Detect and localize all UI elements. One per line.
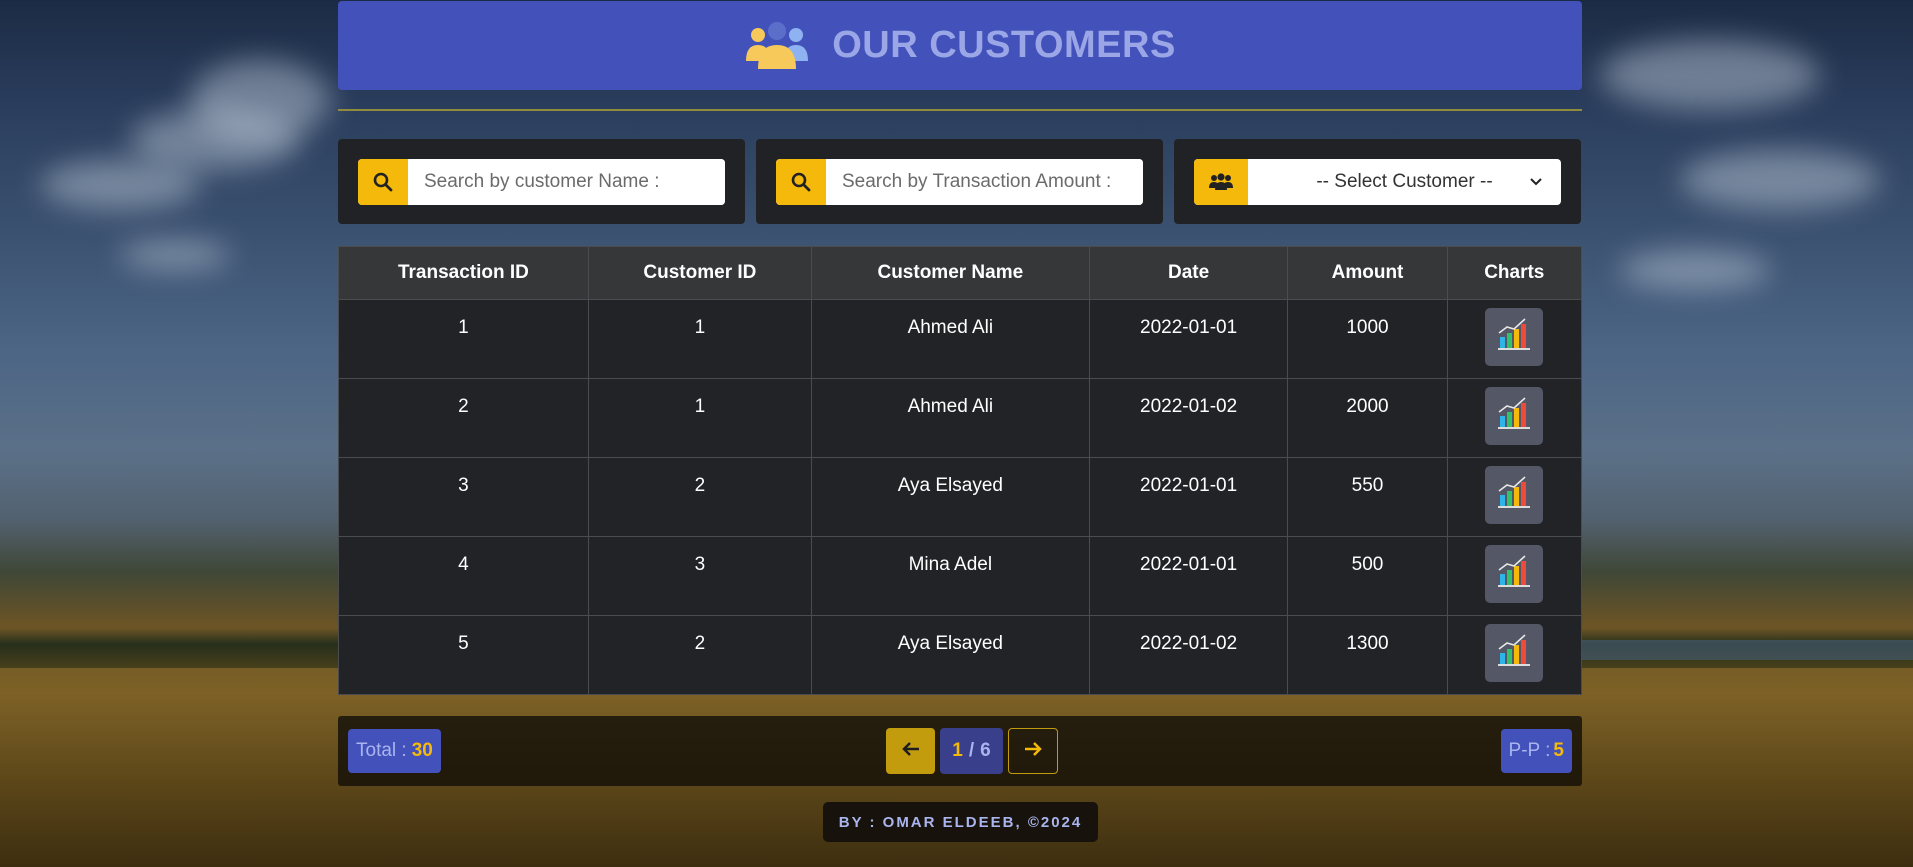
chart-icon [1495, 473, 1533, 517]
chart-cell [1446, 615, 1583, 695]
cloud [40, 160, 200, 210]
table-row: 1 1 Ahmed Ali 2022-01-01 1000 [338, 299, 1583, 379]
customer-select-box: -- Select Customer -- [1174, 139, 1581, 224]
column-header-customer-id[interactable]: Customer ID [587, 246, 812, 300]
customer-select[interactable]: -- Select Customer -- [1248, 159, 1561, 205]
customer-id-cell: 2 [587, 457, 812, 537]
cloud [1620, 250, 1770, 290]
transaction-amount-search-input[interactable] [826, 159, 1143, 205]
date-cell: 2022-01-02 [1088, 378, 1289, 458]
transaction-id-cell: 2 [338, 378, 589, 458]
chart-icon [1495, 315, 1533, 359]
customer-name-cell: Ahmed Ali [810, 378, 1090, 458]
cloud [1680, 150, 1880, 210]
date-cell: 2022-01-01 [1088, 299, 1289, 379]
customer-id-cell: 3 [587, 536, 812, 616]
cloud [120, 240, 230, 270]
table-row: 2 1 Ahmed Ali 2022-01-02 2000 [338, 378, 1583, 458]
page-header: OUR CUSTOMERS [338, 1, 1582, 90]
customer-name-cell: Aya Elsayed [810, 457, 1090, 537]
divider [338, 109, 1582, 111]
chart-icon [1495, 552, 1533, 596]
column-header-customer-name[interactable]: Customer Name [810, 246, 1090, 300]
credit-footer: BY : OMAR ELDEEB, ©2024 [823, 802, 1098, 842]
column-header-date[interactable]: Date [1088, 246, 1289, 300]
table-row: 5 2 Aya Elsayed 2022-01-02 1300 [338, 615, 1583, 695]
column-header-transaction-id[interactable]: Transaction ID [338, 246, 589, 300]
amount-filter-box [756, 139, 1163, 224]
transaction-id-cell: 1 [338, 299, 589, 379]
total-label: Total : [356, 740, 407, 761]
page-separator: / [968, 740, 975, 761]
current-page: 1 [952, 740, 963, 761]
per-page-value: 5 [1553, 740, 1564, 761]
chart-button[interactable] [1485, 624, 1544, 682]
chart-cell [1446, 378, 1583, 458]
per-page-badge: P-P : 5 [1500, 729, 1572, 773]
customer-id-cell: 1 [587, 378, 812, 458]
transaction-id-cell: 4 [338, 536, 589, 616]
chart-button[interactable] [1485, 308, 1544, 366]
cloud [1600, 40, 1820, 110]
search-icon [776, 159, 826, 205]
customer-name-cell: Ahmed Ali [810, 299, 1090, 379]
chart-cell [1446, 457, 1583, 537]
customer-select-value: -- Select Customer -- [1316, 171, 1493, 192]
customer-name-search-input[interactable] [408, 159, 725, 205]
column-header-amount[interactable]: Amount [1287, 246, 1448, 300]
total-value: 30 [411, 740, 433, 761]
table-header-row: Transaction ID Customer ID Customer Name… [338, 246, 1583, 300]
chart-cell [1446, 536, 1583, 616]
total-pages: 6 [980, 740, 991, 761]
chevron-down-icon [1529, 173, 1543, 195]
chart-button[interactable] [1485, 387, 1544, 445]
page-title: OUR CUSTOMERS [832, 24, 1176, 66]
next-page-button[interactable] [1008, 728, 1058, 774]
arrow-left-icon [901, 741, 921, 762]
chart-cell [1446, 299, 1583, 379]
amount-cell: 1000 [1287, 299, 1448, 379]
date-cell: 2022-01-01 [1088, 536, 1289, 616]
column-header-charts: Charts [1446, 246, 1583, 300]
amount-cell: 2000 [1287, 378, 1448, 458]
transactions-table: Transaction ID Customer ID Customer Name… [338, 246, 1583, 695]
chart-button[interactable] [1485, 545, 1544, 603]
customer-name-cell: Aya Elsayed [810, 615, 1090, 695]
chart-icon [1495, 631, 1533, 675]
per-page-label: P-P : [1508, 740, 1551, 761]
search-icon [358, 159, 408, 205]
customer-id-cell: 1 [587, 299, 812, 379]
transaction-id-cell: 3 [338, 457, 589, 537]
chart-button[interactable] [1485, 466, 1544, 524]
total-badge: Total : 30 [348, 729, 441, 773]
previous-page-button[interactable] [886, 728, 935, 774]
pagination-bar: Total : 30 1 / 6 P-P : 5 [338, 716, 1582, 786]
amount-cell: 550 [1287, 457, 1448, 537]
arrow-right-icon [1023, 741, 1043, 762]
table-row: 3 2 Aya Elsayed 2022-01-01 550 [338, 457, 1583, 537]
amount-cell: 500 [1287, 536, 1448, 616]
customer-name-cell: Mina Adel [810, 536, 1090, 616]
cloud [190, 60, 330, 140]
users-icon [744, 21, 810, 71]
users-icon [1194, 159, 1248, 205]
amount-cell: 1300 [1287, 615, 1448, 695]
date-cell: 2022-01-02 [1088, 615, 1289, 695]
chart-icon [1495, 394, 1533, 438]
page-indicator: 1 / 6 [940, 728, 1003, 774]
date-cell: 2022-01-01 [1088, 457, 1289, 537]
table-row: 4 3 Mina Adel 2022-01-01 500 [338, 536, 1583, 616]
name-filter-box [338, 139, 745, 224]
customer-id-cell: 2 [587, 615, 812, 695]
transaction-id-cell: 5 [338, 615, 589, 695]
